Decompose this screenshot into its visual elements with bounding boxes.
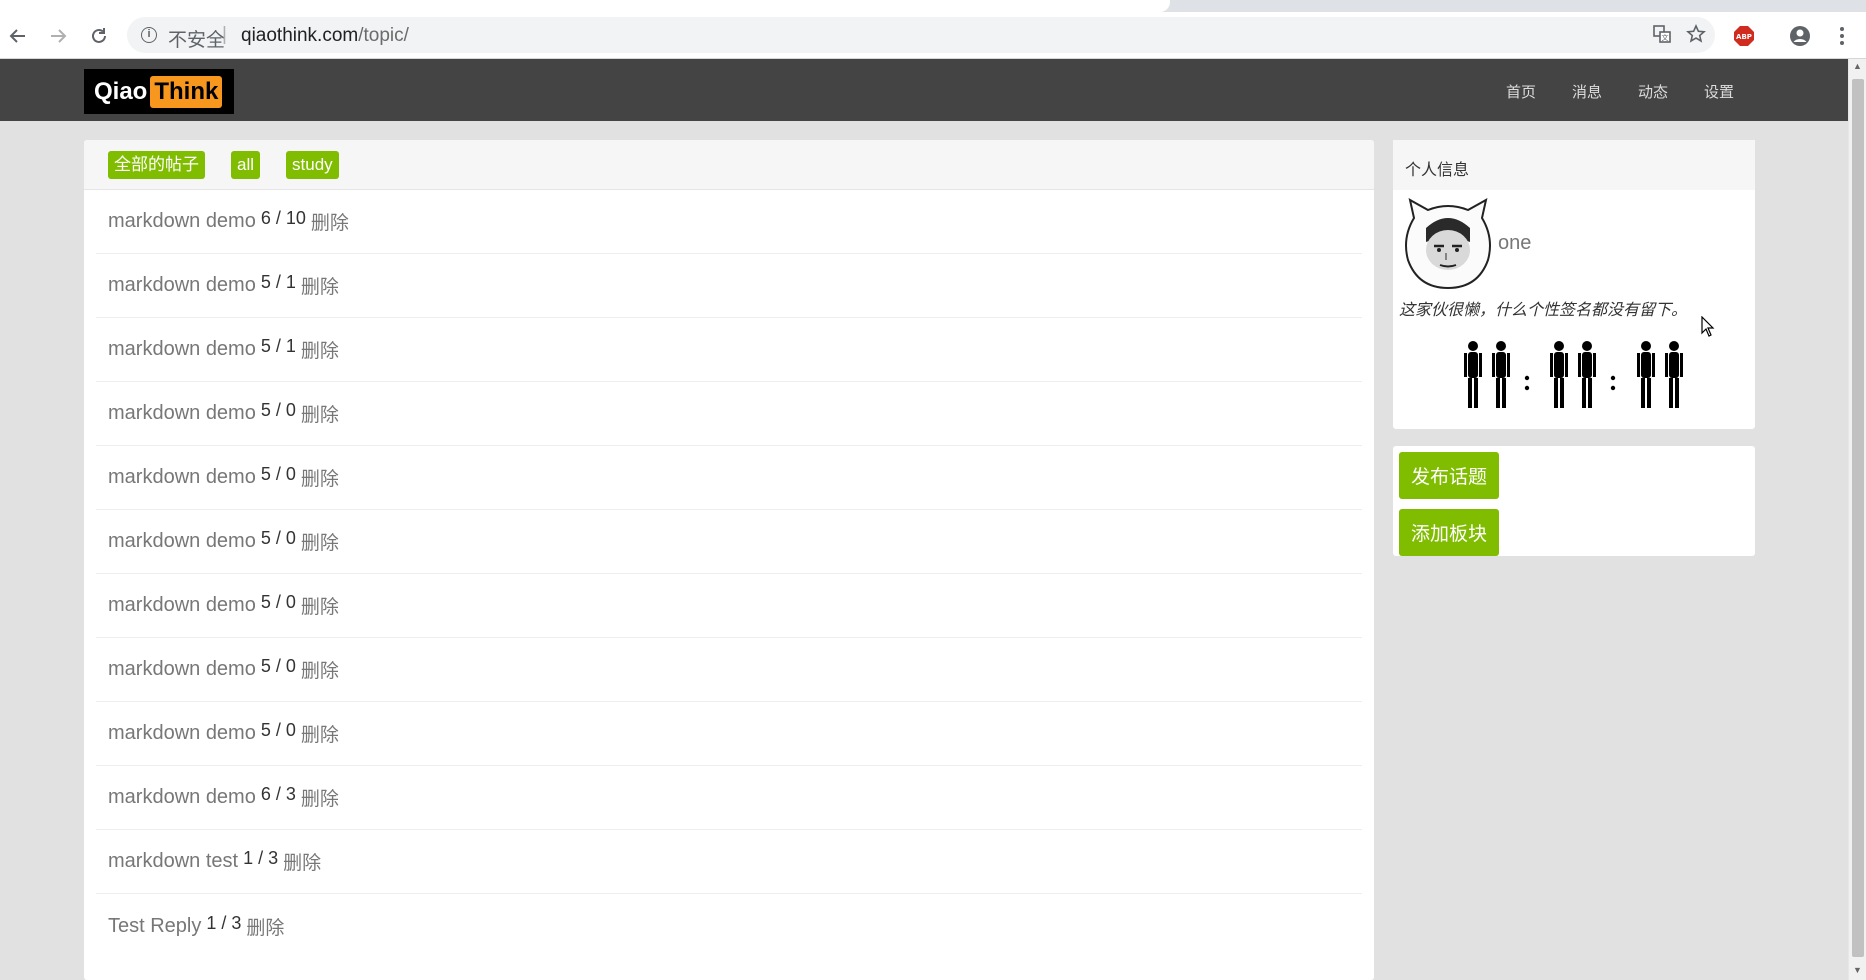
svg-text:文: 文 bbox=[1662, 33, 1669, 42]
topic-panel: 全部的帖子 all study markdown demo 6 / 10 删除 ma… bbox=[84, 140, 1374, 980]
delete-link[interactable]: 删除 bbox=[301, 464, 339, 491]
delete-link[interactable]: 删除 bbox=[283, 848, 321, 875]
translate-icon[interactable]: 文 bbox=[1650, 22, 1674, 46]
topic-row: markdown demo 5 / 0 删除 bbox=[96, 510, 1362, 574]
topic-row: markdown demo 5 / 0 删除 bbox=[96, 702, 1362, 766]
topic-title[interactable]: Test Reply bbox=[108, 915, 201, 938]
delete-link[interactable]: 删除 bbox=[301, 656, 339, 683]
publish-topic-button[interactable]: 发布话题 bbox=[1399, 452, 1500, 499]
topic-count: 1 / 3 bbox=[243, 848, 279, 868]
scrollbar-thumb[interactable] bbox=[1852, 79, 1864, 957]
topic-title[interactable]: markdown demo bbox=[108, 722, 256, 745]
add-board-button[interactable]: 添加板块 bbox=[1399, 509, 1500, 556]
topic-title[interactable]: markdown demo bbox=[108, 786, 256, 809]
topic-count: 6 / 3 bbox=[260, 784, 296, 804]
topic-count: 5 / 0 bbox=[260, 720, 296, 740]
delete-link[interactable]: 删除 bbox=[301, 400, 339, 427]
forward-icon[interactable] bbox=[44, 22, 72, 50]
scroll-up-icon[interactable]: ▲ bbox=[1853, 61, 1862, 71]
tab-strip bbox=[0, 0, 1866, 12]
mouse-cursor-icon bbox=[1701, 315, 1715, 343]
topic-row: markdown demo 5 / 1 删除 bbox=[96, 318, 1362, 382]
delete-link[interactable]: 删除 bbox=[311, 208, 349, 235]
info-icon[interactable]: i bbox=[141, 27, 157, 43]
tag-filter-bar: 全部的帖子 all study bbox=[84, 140, 1374, 190]
page-scrollbar[interactable]: ▲ ▼ bbox=[1848, 59, 1866, 980]
topic-list: markdown demo 6 / 10 删除 markdown demo 5 / 1… bbox=[84, 190, 1374, 958]
topic-title[interactable]: markdown demo bbox=[108, 594, 256, 617]
topic-row: markdown demo 6 / 3 删除 bbox=[96, 766, 1362, 830]
address-bar[interactable]: i 不安全 | qiaothink.com/topic/ 文 bbox=[127, 17, 1715, 53]
avatar[interactable] bbox=[1400, 198, 1496, 290]
delete-link[interactable]: 删除 bbox=[301, 528, 339, 555]
adblock-badge-text: ABP bbox=[1736, 33, 1752, 41]
delete-link[interactable]: 删除 bbox=[301, 720, 339, 747]
tag-study[interactable]: study bbox=[286, 151, 339, 179]
topic-row: markdown demo 5 / 0 删除 bbox=[96, 638, 1362, 702]
site-logo[interactable]: Qiao Think bbox=[84, 69, 234, 114]
delete-link[interactable]: 删除 bbox=[246, 913, 284, 940]
topic-row: markdown demo 5 / 0 删除 bbox=[96, 382, 1362, 446]
topic-title[interactable]: markdown demo bbox=[108, 338, 256, 361]
profile-signature: 这家伙很懒，什么个性签名都没有留下。 bbox=[1399, 302, 1688, 319]
profile-icon[interactable] bbox=[1788, 24, 1812, 48]
site-navbar: Qiao Think 首页 消息 动态 设置 bbox=[0, 59, 1848, 121]
topic-title[interactable]: markdown demo bbox=[108, 210, 256, 233]
scroll-down-icon[interactable]: ▼ bbox=[1853, 965, 1862, 975]
topic-row: markdown demo 6 / 10 删除 bbox=[96, 190, 1362, 254]
topic-title[interactable]: markdown demo bbox=[108, 658, 256, 681]
profile-card: 个人信息 one 这家伙很懒，什么个性签名都没有留下。 bbox=[1393, 140, 1755, 429]
topic-count: 5 / 1 bbox=[260, 336, 296, 356]
nav-messages[interactable]: 消息 bbox=[1572, 81, 1602, 102]
browser-menu-icon[interactable] bbox=[1830, 24, 1854, 48]
topic-title[interactable]: markdown demo bbox=[108, 466, 256, 489]
topic-count: 5 / 1 bbox=[260, 272, 296, 292]
tag-all[interactable]: all bbox=[231, 151, 261, 179]
site-nav: 首页 消息 动态 设置 bbox=[1506, 81, 1734, 102]
topic-title[interactable]: markdown test bbox=[108, 850, 238, 873]
actions-card: 发布话题 添加板块 bbox=[1393, 446, 1755, 556]
nav-home[interactable]: 首页 bbox=[1506, 81, 1536, 102]
topic-count: 5 / 0 bbox=[260, 592, 296, 612]
topic-count: 1 / 3 bbox=[206, 912, 242, 933]
delete-link[interactable]: 删除 bbox=[301, 592, 339, 619]
topic-count: 5 / 0 bbox=[260, 400, 296, 420]
topic-count: 5 / 0 bbox=[260, 464, 296, 484]
topic-row: Test Reply 1 / 3 删除 bbox=[96, 894, 1362, 958]
profile-card-title: 个人信息 bbox=[1393, 140, 1755, 190]
topic-count: 6 / 10 bbox=[260, 208, 306, 228]
nav-settings[interactable]: 设置 bbox=[1704, 81, 1734, 102]
topic-row: markdown demo 5 / 0 删除 bbox=[96, 574, 1362, 638]
tag-all-posts[interactable]: 全部的帖子 bbox=[108, 151, 205, 179]
topic-row: markdown test 1 / 3 删除 bbox=[96, 830, 1362, 894]
logo-text-think: Think bbox=[150, 75, 223, 108]
url-host: qiaothink.com bbox=[241, 25, 359, 46]
profile-username[interactable]: one bbox=[1498, 232, 1531, 255]
delete-link[interactable]: 删除 bbox=[301, 272, 339, 299]
topic-count: 5 / 0 bbox=[260, 656, 296, 676]
topic-row: markdown demo 5 / 1 删除 bbox=[96, 254, 1362, 318]
topic-row: markdown demo 5 / 0 删除 bbox=[96, 446, 1362, 510]
reload-icon[interactable] bbox=[85, 22, 113, 50]
decorative-figures-image bbox=[1463, 340, 1693, 412]
adblock-plus-icon[interactable]: ABP bbox=[1732, 24, 1756, 48]
topic-count: 5 / 0 bbox=[260, 528, 296, 548]
url-separator: | bbox=[222, 24, 227, 45]
url-path: /topic/ bbox=[358, 25, 409, 46]
security-label: 不安全 bbox=[168, 30, 226, 51]
nav-activity[interactable]: 动态 bbox=[1638, 81, 1668, 102]
delete-link[interactable]: 删除 bbox=[301, 784, 339, 811]
topic-title[interactable]: markdown demo bbox=[108, 274, 256, 297]
topic-title[interactable]: markdown demo bbox=[108, 402, 256, 425]
star-icon[interactable] bbox=[1684, 22, 1708, 46]
active-tab[interactable] bbox=[0, 0, 1170, 12]
back-icon[interactable] bbox=[4, 22, 32, 50]
logo-text-qiao: Qiao bbox=[94, 77, 148, 105]
browser-toolbar: i 不安全 | qiaothink.com/topic/ 文 ABP bbox=[0, 0, 1866, 59]
url-text[interactable]: qiaothink.com/topic/ bbox=[241, 25, 409, 47]
topic-title[interactable]: markdown demo bbox=[108, 530, 256, 553]
delete-link[interactable]: 删除 bbox=[301, 336, 339, 363]
